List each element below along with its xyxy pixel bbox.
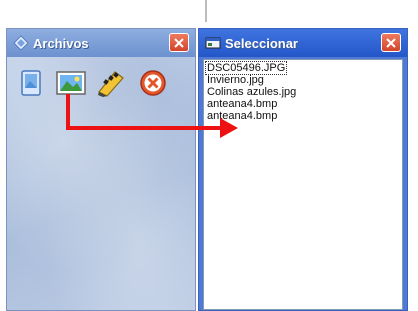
cancel-button[interactable] [135,66,171,100]
file-list-item[interactable]: DSC05496.JPG [204,61,288,75]
screen: Archivos Seleccionar DSC05496.JPG Invier… [0,0,418,311]
file-list-item[interactable]: Colinas azules.jpg [206,86,402,98]
film-button[interactable] [93,66,129,100]
archivos-titlebar[interactable]: Archivos [7,29,195,57]
background-divider [205,0,207,22]
film-clapper-icon [98,71,124,97]
close-x-icon [174,37,184,48]
document-button[interactable] [13,66,49,100]
image-icon [56,71,86,95]
file-list-box[interactable]: DSC05496.JPG Invierno.jpg Colinas azules… [203,59,403,310]
file-list-item[interactable]: Invierno.jpg [206,74,402,86]
document-icon [21,70,41,96]
seleccionar-window: Seleccionar DSC05496.JPG Invierno.jpg Co… [198,28,408,311]
diamond-window-icon [13,35,29,51]
close-x-icon [386,37,396,48]
file-list: DSC05496.JPG Invierno.jpg Colinas azules… [204,60,402,122]
seleccionar-title: Seleccionar [225,35,298,51]
archivos-close-button[interactable] [169,33,189,52]
seleccionar-close-button[interactable] [381,33,401,52]
archivos-window: Archivos [6,28,196,311]
file-list-item[interactable]: anteana4.bmp [206,98,402,110]
archivos-title: Archivos [33,35,89,51]
window-app-icon [205,35,221,51]
cancel-icon [140,70,166,96]
image-button[interactable] [53,66,89,100]
seleccionar-titlebar[interactable]: Seleccionar [199,29,407,57]
file-list-item[interactable]: anteana4.bmp [206,110,402,122]
